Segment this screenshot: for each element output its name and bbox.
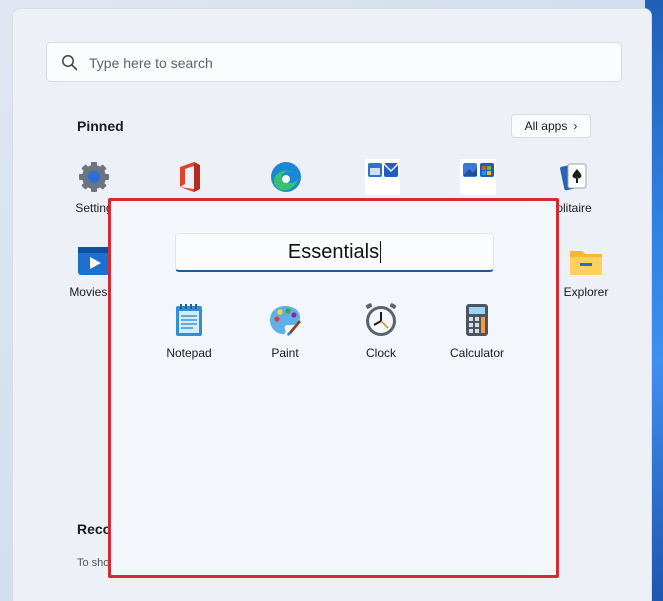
folder-name-text: Essentials xyxy=(287,240,380,263)
pinned-tile-edge[interactable] xyxy=(251,159,321,201)
folder-name-field[interactable]: Essentials xyxy=(175,233,494,272)
office-icon xyxy=(172,159,208,195)
pinned-tile-photos-store[interactable] xyxy=(443,159,513,201)
photos-store-icon xyxy=(460,159,496,195)
all-apps-button[interactable]: All apps › xyxy=(511,114,591,138)
pinned-heading: Pinned xyxy=(77,118,124,134)
folder-app-clock[interactable]: Clock xyxy=(341,302,421,360)
edge-icon xyxy=(268,159,304,195)
pinned-tile-calendar-mail[interactable] xyxy=(347,159,417,201)
pinned-tile-file-explorer[interactable]: Explorer xyxy=(551,243,621,299)
notepad-icon xyxy=(171,302,207,338)
folder-app-label: Clock xyxy=(365,346,396,360)
folder-app-notepad[interactable]: Notepad xyxy=(149,302,229,360)
calculator-icon xyxy=(459,302,495,338)
folder-app-label: Paint xyxy=(271,346,299,360)
folder-app-paint[interactable]: Paint xyxy=(245,302,325,360)
settings-icon xyxy=(76,159,112,195)
pinned-tile-office[interactable] xyxy=(155,159,225,201)
recommended-text: To sho xyxy=(77,557,110,569)
pinned-tile-label: Explorer xyxy=(563,285,609,299)
file-explorer-icon xyxy=(568,243,604,279)
folder-panel: Essentials Notepad Paint Clock Calculato… xyxy=(108,198,559,578)
calendar-mail-icon xyxy=(364,159,401,195)
chevron-right-icon: › xyxy=(573,119,578,133)
clock-icon xyxy=(363,302,399,338)
folder-app-label: Calculator xyxy=(449,346,505,360)
search-box[interactable] xyxy=(46,42,622,82)
search-input[interactable] xyxy=(89,52,589,74)
paint-icon xyxy=(267,302,303,338)
folder-app-label: Notepad xyxy=(166,346,212,360)
folder-app-calculator[interactable]: Calculator xyxy=(437,302,517,360)
movies-tv-icon xyxy=(76,243,112,279)
recommended-heading: Reco xyxy=(77,521,112,537)
solitaire-icon xyxy=(556,159,592,195)
text-caret xyxy=(380,241,382,263)
all-apps-label: All apps xyxy=(524,119,568,133)
search-icon xyxy=(62,55,78,71)
